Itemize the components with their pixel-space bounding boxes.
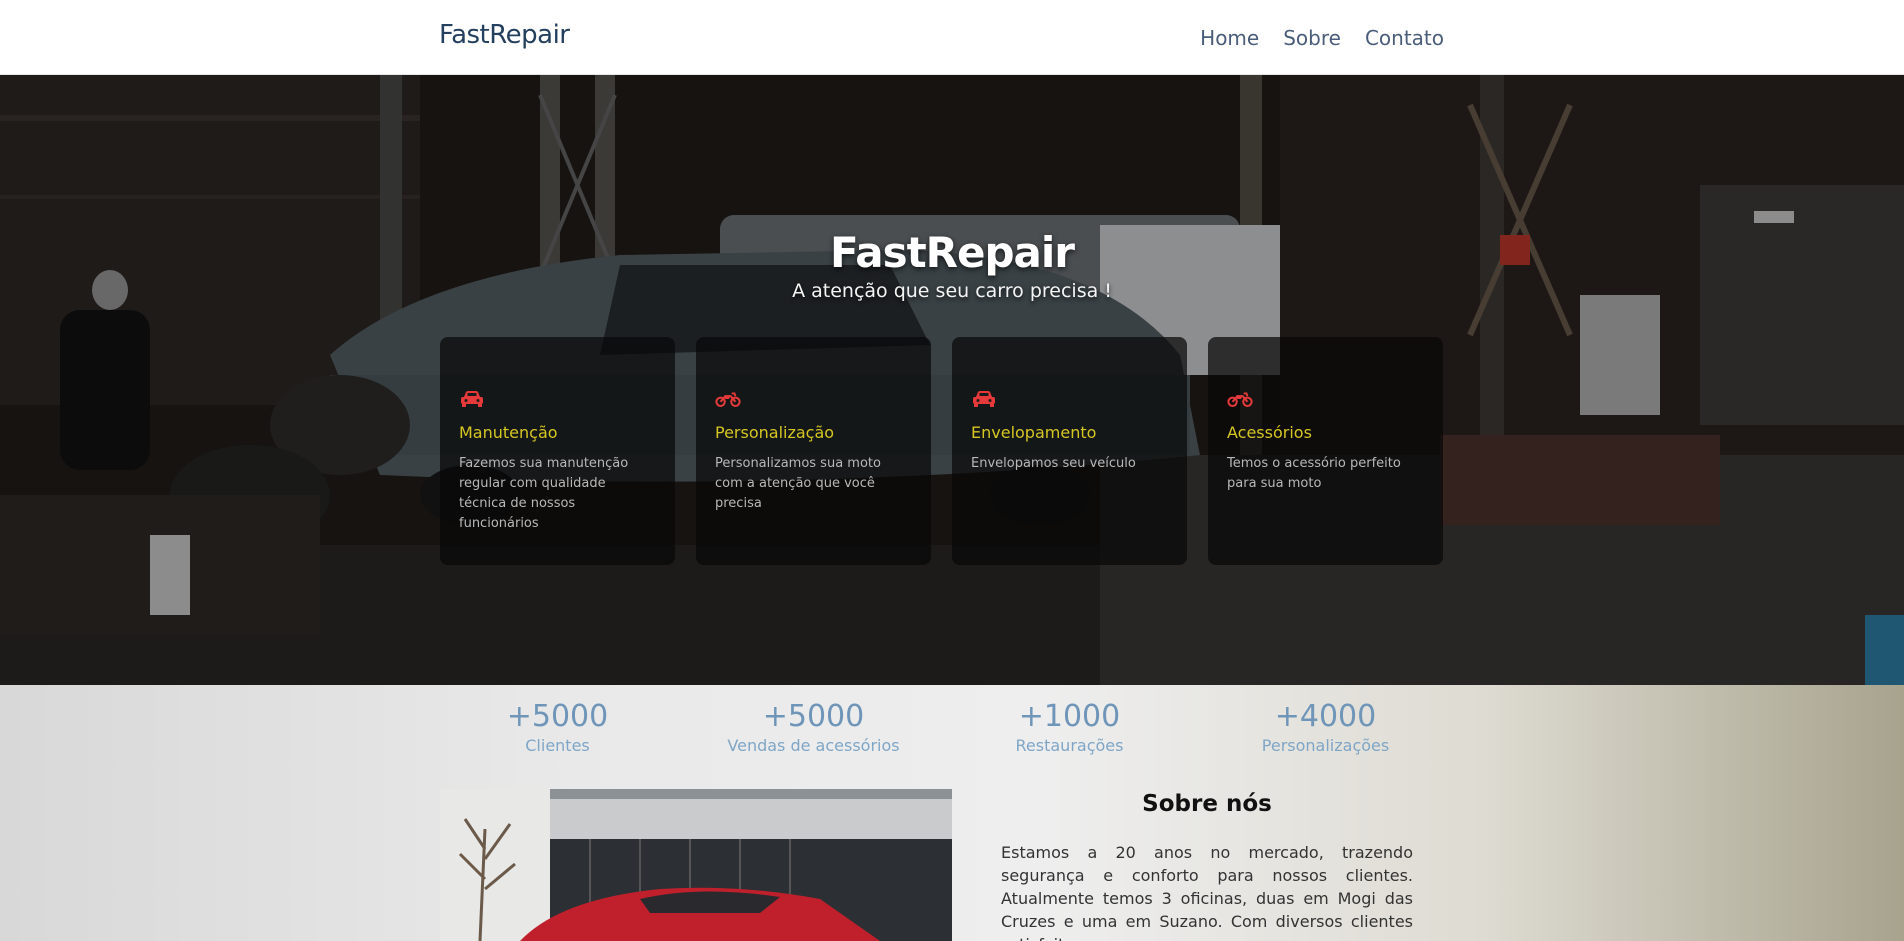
motorcycle-icon [1227,392,1253,407]
stat-item: +4000 Personalizações [1208,699,1443,755]
brand-logo-link[interactable]: FastRepair [439,20,570,50]
stat-label: Restaurações [1015,736,1124,755]
nav-link-sobre[interactable]: Sobre [1283,26,1341,50]
stat-value: +5000 [762,699,865,734]
stat-label: Clientes [525,736,590,755]
service-card-personalizacao: Personalização Personalizamos sua moto c… [696,337,931,565]
about-title: Sobre nós [1142,791,1272,817]
main-nav: Home Sobre Contato [1200,26,1444,50]
hero-section: FastRepair A atenção que seu carro preci… [0,75,1904,685]
hero-subtitle: A atenção que seu carro precisa ! [792,280,1112,302]
stat-item: +5000 Clientes [440,699,675,755]
car-icon [973,391,995,407]
service-description: Fazemos sua manutenção regular com quali… [459,456,629,531]
about-text: Estamos a 20 anos no mercado, trazendo s… [1001,843,1413,941]
service-description: Personalizamos sua moto com a atenção qu… [715,456,881,511]
about-car-photo [440,789,952,941]
stat-value: +4000 [1274,699,1377,734]
stat-label: Vendas de acessórios [727,736,900,755]
motorcycle-icon [715,392,741,407]
service-card-acessorios: Acessórios Temos o acessório perfeito pa… [1208,337,1443,565]
nav-link-contato[interactable]: Contato [1365,26,1444,50]
stat-value: +1000 [1018,699,1121,734]
nav-link-home[interactable]: Home [1200,26,1259,50]
service-description: Envelopamos seu veículo [971,456,1136,471]
service-title: Envelopamento [971,423,1097,442]
services-cards: Manutenção Fazemos sua manutenção regula… [440,337,1443,565]
stat-item: +5000 Vendas de acessórios [696,699,931,755]
service-title: Acessórios [1227,423,1312,442]
service-title: Personalização [715,423,835,442]
hero-title: FastRepair [830,228,1075,277]
service-title: Manutenção [459,423,558,442]
service-card-manutencao: Manutenção Fazemos sua manutenção regula… [440,337,675,565]
stat-label: Personalizações [1261,736,1390,755]
navbar: FastRepair Home Sobre Contato [0,0,1904,75]
service-description: Temos o acessório perfeito para sua moto [1227,456,1401,491]
stats-about-section: +5000 Clientes +5000 Vendas de acessório… [0,685,1904,941]
stats-row: +5000 Clientes +5000 Vendas de acessório… [440,699,1443,755]
stat-item: +1000 Restaurações [952,699,1187,755]
stat-value: +5000 [506,699,609,734]
car-icon [461,391,483,407]
service-card-envelopamento: Envelopamento Envelopamos seu veículo [952,337,1187,565]
